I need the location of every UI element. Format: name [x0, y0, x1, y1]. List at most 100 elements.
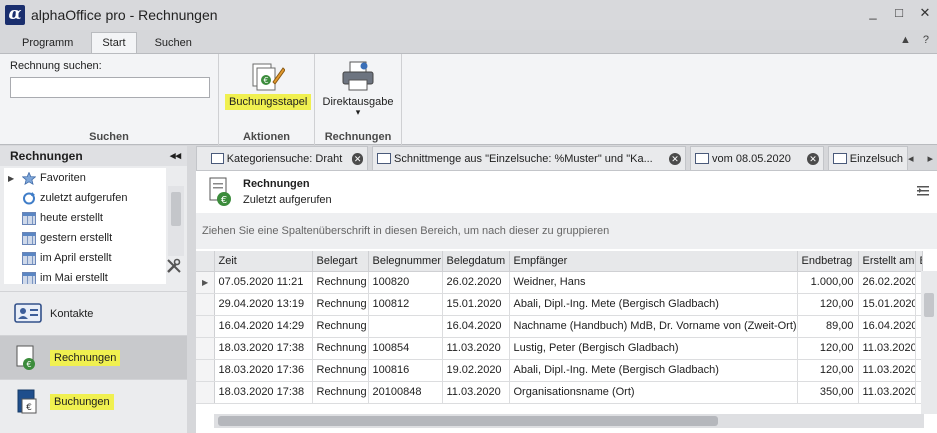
column-header-belegdatum[interactable]: Belegdatum [442, 251, 510, 272]
column-header-zeit[interactable]: Zeit [214, 251, 313, 272]
column-header-b[interactable]: B [915, 251, 923, 272]
column-header-empfaenger[interactable]: Empfänger [509, 251, 798, 272]
cell-erstellt-am[interactable]: 11.03.2020 [858, 359, 916, 382]
doc-tab-einzelsuche[interactable]: Einzelsuch [828, 146, 908, 170]
doc-tab-schnittmenge[interactable]: Schnittmenge aus "Einzelsuche: %Muster" … [372, 146, 686, 170]
column-header-belegart[interactable]: Belegart [312, 251, 369, 272]
cell-zeit[interactable]: 07.05.2020 11:21 [214, 271, 313, 294]
column-header-belegnummer[interactable]: Belegnummer [368, 251, 443, 272]
table-row[interactable]: ▶ 07.05.2020 11:21 Rechnung 100820 26.02… [196, 271, 923, 294]
app-logo-icon[interactable]: α [5, 5, 25, 25]
cell-empfaenger[interactable]: Organisationsname (Ort) [509, 381, 798, 404]
cell-belegnummer[interactable] [368, 315, 443, 338]
tree-item-favoriten[interactable]: ▶ Favoriten [4, 168, 166, 188]
cell-endbetrag[interactable]: 120,00 [797, 359, 859, 382]
doc-tab-kategoriensuche[interactable]: Kategoriensuche: Draht ✕ [196, 146, 368, 170]
doc-tab-vom-08-05[interactable]: vom 08.05.2020 ✕ [690, 146, 824, 170]
cell-belegdatum[interactable]: 15.01.2020 [442, 293, 510, 316]
cell-zeit[interactable]: 18.03.2020 17:36 [214, 359, 313, 382]
column-chooser-icon[interactable] [917, 185, 929, 197]
table-row[interactable]: 18.03.2020 17:38 Rechnung 100854 11.03.2… [196, 337, 923, 360]
cell-belegdatum[interactable]: 16.04.2020 [442, 315, 510, 338]
cell-belegnummer[interactable]: 100812 [368, 293, 443, 316]
cell-belegart[interactable]: Rechnung [312, 381, 369, 404]
group-by-area[interactable]: Ziehen Sie eine Spaltenüberschrift in di… [196, 213, 937, 249]
help-icon[interactable]: ? [923, 34, 929, 46]
tree-scrollbar[interactable] [168, 186, 184, 256]
cell-empfaenger[interactable]: Weidner, Hans [509, 271, 798, 294]
table-row[interactable]: 18.03.2020 17:36 Rechnung 100816 19.02.2… [196, 359, 923, 382]
table-vertical-scrollbar[interactable] [921, 271, 937, 414]
tree-scroll-thumb[interactable] [171, 192, 181, 226]
close-tab-icon[interactable]: ✕ [352, 152, 363, 165]
cell-erstellt-am[interactable]: 11.03.2020 [858, 337, 916, 360]
cell-belegart[interactable]: Rechnung [312, 337, 369, 360]
collapse-panel-icon[interactable]: ◂◂ [170, 149, 181, 162]
cell-endbetrag[interactable]: 89,00 [797, 315, 859, 338]
tree-item-heute[interactable]: heute erstellt [4, 208, 166, 228]
cell-belegdatum[interactable]: 11.03.2020 [442, 337, 510, 360]
close-tab-icon[interactable]: ✕ [669, 152, 681, 165]
svg-text:€: € [263, 76, 268, 85]
cell-zeit[interactable]: 18.03.2020 17:38 [214, 381, 313, 404]
cell-belegart[interactable]: Rechnung [312, 315, 369, 338]
column-header-erstellt-am[interactable]: Erstellt am [858, 251, 916, 272]
table-row[interactable]: 29.04.2020 13:19 Rechnung 100812 15.01.2… [196, 293, 923, 316]
nav-buchungen[interactable]: € Buchungen [0, 379, 187, 423]
cell-belegnummer[interactable]: 100816 [368, 359, 443, 382]
tab-suchen[interactable]: Suchen [145, 33, 202, 53]
table-hscroll-thumb[interactable] [218, 416, 718, 426]
cell-belegnummer[interactable]: 100854 [368, 337, 443, 360]
close-icon[interactable]: ✕ [919, 5, 931, 21]
dropdown-arrow-icon[interactable]: ▾ [317, 108, 399, 117]
cell-endbetrag[interactable]: 120,00 [797, 293, 859, 316]
close-tab-icon[interactable]: ✕ [807, 152, 819, 165]
cell-empfaenger[interactable]: Abali, Dipl.-Ing. Mete (Bergisch Gladbac… [509, 293, 798, 316]
cell-empfaenger[interactable]: Nachname (Handbuch) MdB, Dr. Vorname von… [509, 315, 798, 338]
direktausgabe-button[interactable]: Direktausgabe ▾ [317, 60, 399, 117]
minimize-icon[interactable]: _ [867, 5, 879, 21]
table-vscroll-thumb[interactable] [924, 293, 934, 317]
cell-erstellt-am[interactable]: 16.04.2020 [858, 315, 916, 338]
table-row[interactable]: 16.04.2020 14:29 Rechnung 16.04.2020 Nac… [196, 315, 923, 338]
cell-belegart[interactable]: Rechnung [312, 359, 369, 382]
table-row[interactable]: 18.03.2020 17:38 Rechnung 20100848 11.03… [196, 381, 923, 404]
maximize-icon[interactable]: □ [893, 5, 905, 21]
tree-item-gestern[interactable]: gestern erstellt [4, 228, 166, 248]
tab-scroll-left-icon[interactable]: ◂ [908, 152, 914, 165]
cell-belegdatum[interactable]: 11.03.2020 [442, 381, 510, 404]
tools-icon[interactable] [166, 258, 182, 277]
cell-belegdatum[interactable]: 19.02.2020 [442, 359, 510, 382]
cell-zeit[interactable]: 16.04.2020 14:29 [214, 315, 313, 338]
table-horizontal-scrollbar[interactable] [214, 414, 924, 428]
cell-endbetrag[interactable]: 350,00 [797, 381, 859, 404]
buchungsstapel-button[interactable]: € Buchungsstapel [225, 60, 312, 110]
cell-belegdatum[interactable]: 26.02.2020 [442, 271, 510, 294]
nav-rechnungen[interactable]: € Rechnungen [0, 335, 187, 379]
tree-item-zuletzt[interactable]: zuletzt aufgerufen [4, 188, 166, 208]
tab-start[interactable]: Start [91, 32, 137, 53]
nav-kontakte[interactable]: Kontakte [0, 291, 187, 335]
cell-belegart[interactable]: Rechnung [312, 271, 369, 294]
cell-endbetrag[interactable]: 120,00 [797, 337, 859, 360]
expand-icon[interactable]: ▶ [8, 174, 18, 183]
cell-endbetrag[interactable]: 1.000,00 [797, 271, 859, 294]
cell-zeit[interactable]: 18.03.2020 17:38 [214, 337, 313, 360]
cell-erstellt-am[interactable]: 26.02.2020 [858, 271, 916, 294]
cell-belegnummer[interactable]: 100820 [368, 271, 443, 294]
collapse-ribbon-icon[interactable]: ▲ [900, 34, 911, 46]
tab-programm[interactable]: Programm [12, 33, 83, 53]
invoice-search-input[interactable] [10, 77, 210, 98]
cell-erstellt-am[interactable]: 11.03.2020 [858, 381, 916, 404]
cell-zeit[interactable]: 29.04.2020 13:19 [214, 293, 313, 316]
tree-item-mai[interactable]: im Mai erstellt [4, 268, 166, 284]
cell-empfaenger[interactable]: Lustig, Peter (Bergisch Gladbach) [509, 337, 798, 360]
cell-erstellt-am[interactable]: 15.01.2020 [858, 293, 916, 316]
tab-scroll-right-icon[interactable]: ▸ [927, 152, 933, 165]
group-label-aktionen: Aktionen [242, 131, 291, 143]
cell-belegnummer[interactable]: 20100848 [368, 381, 443, 404]
column-header-endbetrag[interactable]: Endbetrag [797, 251, 859, 272]
tree-item-april[interactable]: im April erstellt [4, 248, 166, 268]
cell-empfaenger[interactable]: Abali, Dipl.-Ing. Mete (Bergisch Gladbac… [509, 359, 798, 382]
cell-belegart[interactable]: Rechnung [312, 293, 369, 316]
